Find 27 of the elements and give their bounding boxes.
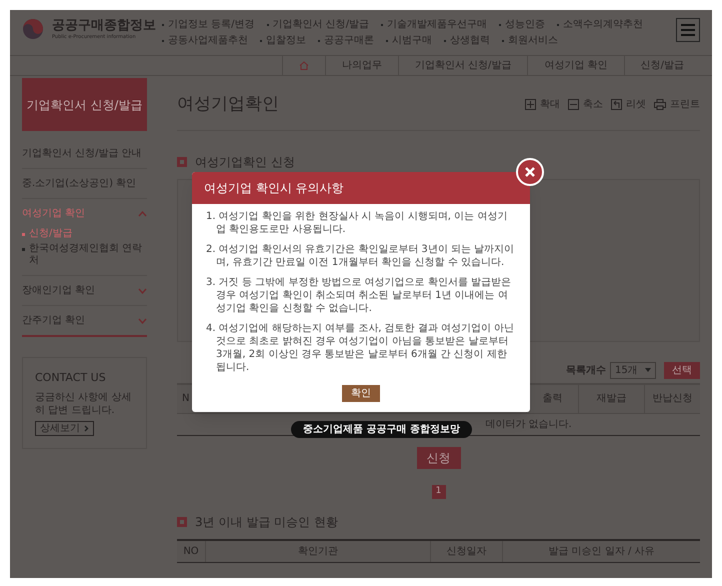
menu-button[interactable] — [676, 18, 700, 42]
notice-text: 1. 여성기업 확인을 위한 현장실사 시 녹음이 시행되며, 이는 여성기업 확인용도로만 사용됩니다. — [206, 210, 508, 236]
sidebar-subitem[interactable]: 신청/발급 — [29, 228, 72, 240]
notice-text: 2. 여성기업 확인서의 유효기간은 확인일로부터 3년이 되는 날까지이며, 유효기간 만료일 이전 1개월부터 확인을 신청할 수 있습니다. — [206, 243, 516, 269]
logo-icon — [22, 18, 44, 40]
chevron-down-icon — [138, 288, 147, 294]
reset-icon — [611, 99, 622, 110]
dialog-title: 여성기업 확인시 유의사항 — [204, 180, 344, 197]
sidebar-title: 기업확인서 신청/발급 — [22, 78, 147, 131]
apply-button[interactable]: 신청 — [416, 446, 460, 468]
section-icon — [177, 516, 187, 526]
home-icon[interactable] — [298, 61, 309, 70]
notice-text: 3. 거짓 등 그밖에 부정한 방법으로 여성기업으로 확인서를 발급받은 경우 여성기업 확인이 취소되며 취소된 날로부터 1년 이내에는 여성기업 확인을 신청할 수 없습니다. — [206, 276, 512, 315]
tooltip: 중소기업제품 공공구매 종합정보망 — [291, 421, 472, 438]
chevron-up-icon — [138, 210, 147, 216]
select-button[interactable]: 선택 — [664, 362, 700, 378]
chevron-down-icon — [138, 318, 147, 324]
chevron-right-icon — [84, 424, 89, 432]
plus-icon — [525, 99, 536, 110]
sidebar-item[interactable]: 여성기업 확인 — [22, 199, 147, 228]
minus-icon — [568, 99, 579, 110]
page-button[interactable]: 1 — [432, 484, 446, 498]
printer-icon — [654, 99, 666, 110]
close-icon — [524, 166, 536, 178]
confirm-button[interactable]: 확인 — [342, 385, 380, 402]
section-icon — [177, 156, 187, 166]
notice-text: 4. 여성기업에 해당하는지 여부를 조사, 검토한 결과 여성기업이 아닌 것으로 최초로 밝혀진 경우 여성기업이 아님을 통보받은 날로부터 3개월, 2회 이상인 경우 통보받은 날로부터 6개월 간 신청이 제한됩니다. — [206, 322, 516, 374]
